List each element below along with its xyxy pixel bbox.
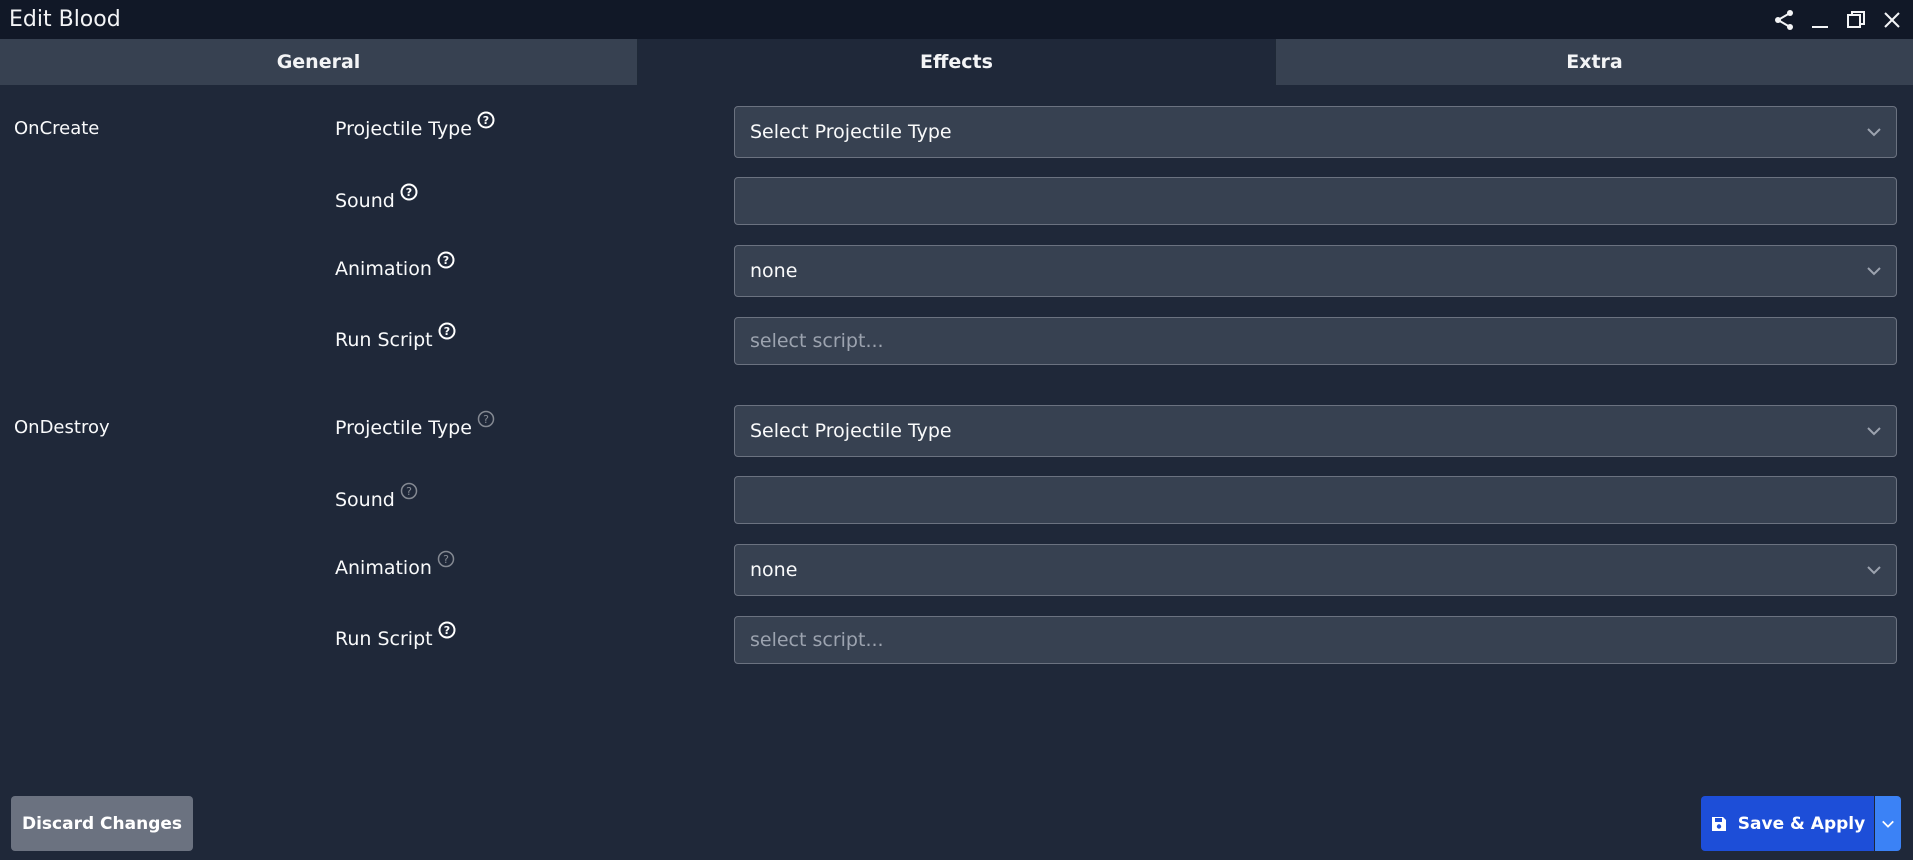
help-icon[interactable]: ? bbox=[400, 183, 418, 201]
svg-text:?: ? bbox=[443, 624, 449, 637]
input-placeholder: select script... bbox=[750, 330, 884, 352]
field-label-sound: Sound ? bbox=[335, 482, 418, 511]
svg-text:?: ? bbox=[406, 485, 412, 498]
save-options-dropdown[interactable] bbox=[1875, 796, 1901, 851]
sound-input[interactable] bbox=[734, 476, 1897, 524]
projectile-type-select[interactable]: Select Projectile Type bbox=[734, 405, 1897, 457]
tab-extra[interactable]: Extra bbox=[1276, 39, 1913, 85]
field-label-text: Run Script bbox=[335, 329, 433, 351]
field-label-projectile-type: Projectile Type ? bbox=[335, 111, 495, 140]
projectile-type-select[interactable]: Select Projectile Type bbox=[734, 106, 1897, 158]
input-placeholder: select script... bbox=[750, 629, 884, 651]
help-icon[interactable]: ? bbox=[437, 550, 455, 568]
svg-text:?: ? bbox=[483, 413, 489, 426]
help-icon[interactable]: ? bbox=[438, 322, 456, 340]
title-bar: Edit Blood bbox=[0, 0, 1913, 39]
svg-text:?: ? bbox=[443, 325, 449, 338]
section-label-ondestroy: OnDestroy bbox=[14, 417, 110, 438]
select-value: Select Projectile Type bbox=[750, 420, 952, 442]
run-script-input[interactable]: select script... bbox=[734, 616, 1897, 664]
animation-select[interactable]: none bbox=[734, 544, 1897, 596]
close-icon[interactable] bbox=[1881, 9, 1903, 31]
tab-effects[interactable]: Effects bbox=[638, 39, 1276, 85]
help-icon[interactable]: ? bbox=[438, 621, 456, 639]
select-value: none bbox=[750, 260, 798, 282]
field-label-text: Run Script bbox=[335, 628, 433, 650]
run-script-input[interactable]: select script... bbox=[734, 317, 1897, 365]
maximize-icon[interactable] bbox=[1845, 9, 1867, 31]
field-label-animation: Animation ? bbox=[335, 251, 455, 280]
field-label-projectile-type: Projectile Type ? bbox=[335, 410, 495, 439]
tab-bar: General Effects Extra bbox=[0, 39, 1913, 85]
chevron-down-icon bbox=[1867, 128, 1881, 137]
field-label-text: Projectile Type bbox=[335, 417, 472, 439]
field-label-run-script: Run Script ? bbox=[335, 322, 456, 351]
field-label-sound: Sound ? bbox=[335, 183, 418, 212]
svg-text:?: ? bbox=[406, 186, 412, 199]
sound-input[interactable] bbox=[734, 177, 1897, 225]
chevron-down-icon bbox=[1867, 566, 1881, 575]
field-label-text: Animation bbox=[335, 258, 432, 280]
select-value: Select Projectile Type bbox=[750, 121, 952, 143]
discard-changes-button[interactable]: Discard Changes bbox=[11, 796, 193, 851]
svg-text:?: ? bbox=[483, 114, 489, 127]
minimize-icon[interactable] bbox=[1809, 9, 1831, 31]
help-icon[interactable]: ? bbox=[477, 111, 495, 129]
field-label-text: Projectile Type bbox=[335, 118, 472, 140]
window-title: Edit Blood bbox=[9, 7, 121, 32]
help-icon[interactable]: ? bbox=[477, 410, 495, 428]
select-value: none bbox=[750, 559, 798, 581]
help-icon[interactable]: ? bbox=[437, 251, 455, 269]
chevron-down-icon bbox=[1867, 267, 1881, 276]
save-icon bbox=[1711, 816, 1726, 831]
share-icon[interactable] bbox=[1773, 9, 1795, 31]
save-apply-button[interactable]: Save & Apply bbox=[1701, 796, 1874, 851]
animation-select[interactable]: none bbox=[734, 245, 1897, 297]
section-label-oncreate: OnCreate bbox=[14, 118, 100, 139]
field-label-run-script: Run Script ? bbox=[335, 621, 456, 650]
svg-text:?: ? bbox=[443, 254, 449, 267]
chevron-down-icon bbox=[1882, 820, 1894, 828]
field-label-animation: Animation ? bbox=[335, 550, 455, 579]
window-controls bbox=[1773, 0, 1903, 39]
save-apply-label: Save & Apply bbox=[1737, 813, 1866, 834]
svg-text:?: ? bbox=[443, 553, 449, 566]
field-label-text: Animation bbox=[335, 557, 432, 579]
field-label-text: Sound bbox=[335, 190, 395, 212]
tab-general[interactable]: General bbox=[0, 39, 638, 85]
chevron-down-icon bbox=[1867, 427, 1881, 436]
help-icon[interactable]: ? bbox=[400, 482, 418, 500]
field-label-text: Sound bbox=[335, 489, 395, 511]
